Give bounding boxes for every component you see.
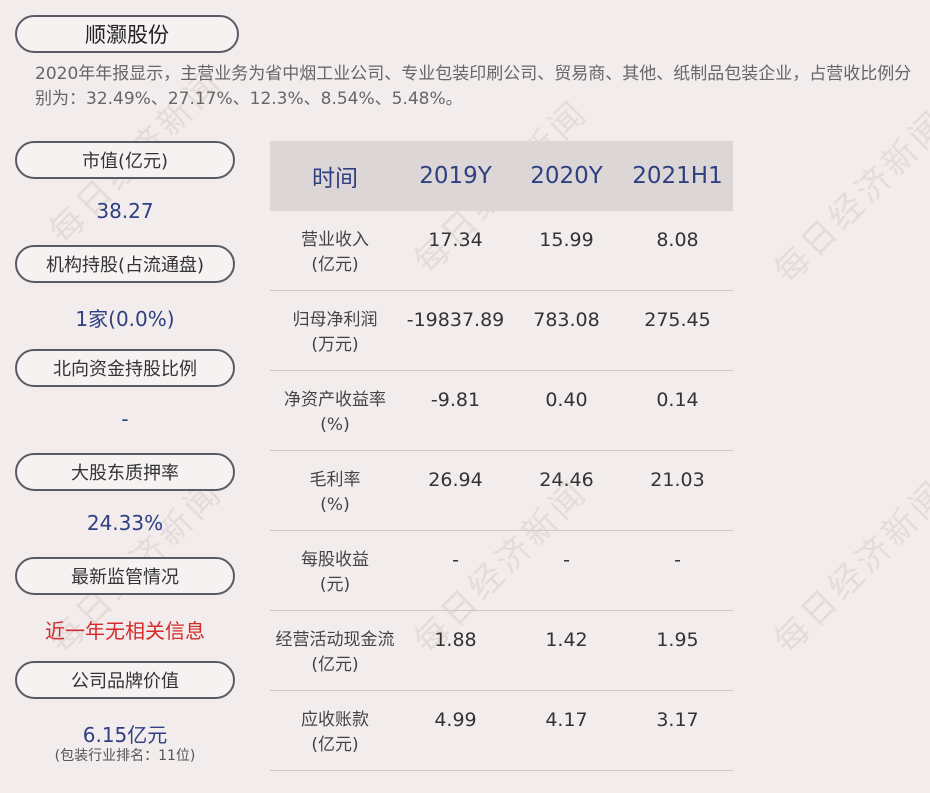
table-header: 时间 2019Y 2020Y 2021H1	[270, 141, 733, 211]
northbound-ratio-value: -	[121, 407, 129, 431]
company-title: 顺灏股份	[15, 15, 239, 53]
regulatory-status-value: 近一年无相关信息	[45, 619, 205, 643]
table-cell: -19837.89	[406, 309, 505, 331]
pledge-ratio-value: 24.33%	[86, 511, 164, 535]
watermark: 每日经济新闻	[766, 102, 930, 292]
business-description: 2020年年报显示，主营业务为省中烟工业公司、专业包装印刷公司、贸易商、其他、纸…	[35, 64, 912, 109]
table-row: 每股收益 (元) - - -	[270, 531, 733, 611]
table-cell: 0.40	[545, 389, 588, 411]
financial-table: 时间 2019Y 2020Y 2021H1 营业收入 (亿元) 17.34 15.…	[270, 141, 733, 771]
table-cell: -9.81	[430, 389, 481, 411]
table-row: 净资产收益率 (%) -9.81 0.40 0.14	[270, 371, 733, 451]
table-cell: 1.42	[545, 629, 588, 651]
table-row: 归母净利润 (万元) -19837.89 783.08 275.45	[270, 291, 733, 371]
table-cell: 24.46	[539, 469, 594, 491]
row-label: 净资产收益率 (%)	[284, 390, 386, 435]
table-cell: 26.94	[428, 469, 483, 491]
regulatory-status-label: 最新监管情况	[15, 557, 235, 595]
row-label: 营业收入 (亿元)	[301, 230, 369, 275]
header-2021h1: 2021H1	[632, 163, 723, 189]
table-cell: -	[563, 549, 570, 571]
table-cell: 4.99	[434, 709, 477, 731]
market-cap-value: 38.27	[96, 199, 154, 223]
header-time: 时间	[312, 166, 358, 192]
table-cell: -	[674, 549, 681, 571]
table-row: 毛利率 (%) 26.94 24.46 21.03	[270, 451, 733, 531]
table-cell: -	[452, 549, 459, 571]
pledge-ratio-label: 大股东质押率	[15, 453, 235, 491]
table-cell: 275.45	[644, 309, 711, 331]
table-cell: 8.08	[656, 229, 699, 251]
table-cell: 17.34	[428, 229, 483, 251]
header-2019: 2019Y	[419, 163, 492, 189]
table-cell: 15.99	[539, 229, 594, 251]
northbound-ratio-label: 北向资金持股比例	[15, 349, 235, 387]
table-cell: 3.17	[656, 709, 699, 731]
table-cell: 1.88	[434, 629, 477, 651]
brand-value-label: 公司品牌价值	[15, 661, 235, 699]
table-cell: 1.95	[656, 629, 699, 651]
row-label: 每股收益 (元)	[301, 550, 369, 595]
table-row: 营业收入 (亿元) 17.34 15.99 8.08	[270, 211, 733, 291]
table-cell: 21.03	[650, 469, 705, 491]
table-cell: 0.14	[656, 389, 699, 411]
institution-holding-label: 机构持股(占流通盘)	[15, 245, 235, 283]
brand-value-value: 6.15亿元	[82, 723, 168, 747]
table-cell: 783.08	[533, 309, 600, 331]
header-2020: 2020Y	[530, 163, 603, 189]
watermark: 每日经济新闻	[766, 472, 930, 662]
row-label: 归母净利润 (万元)	[292, 310, 378, 355]
row-label: 经营活动现金流 (亿元)	[275, 630, 395, 675]
row-label: 毛利率 (%)	[309, 470, 361, 515]
row-label: 应收账款 (亿元)	[301, 710, 369, 755]
table-row: 应收账款 (亿元) 4.99 4.17 3.17	[270, 691, 733, 771]
table-cell: 4.17	[545, 709, 588, 731]
market-cap-label: 市值(亿元)	[15, 141, 235, 179]
table-row: 经营活动现金流 (亿元) 1.88 1.42 1.95	[270, 611, 733, 691]
institution-holding-value: 1家(0.0%)	[75, 307, 175, 331]
brand-rank-note: (包装行业排名：11位)	[54, 748, 196, 764]
